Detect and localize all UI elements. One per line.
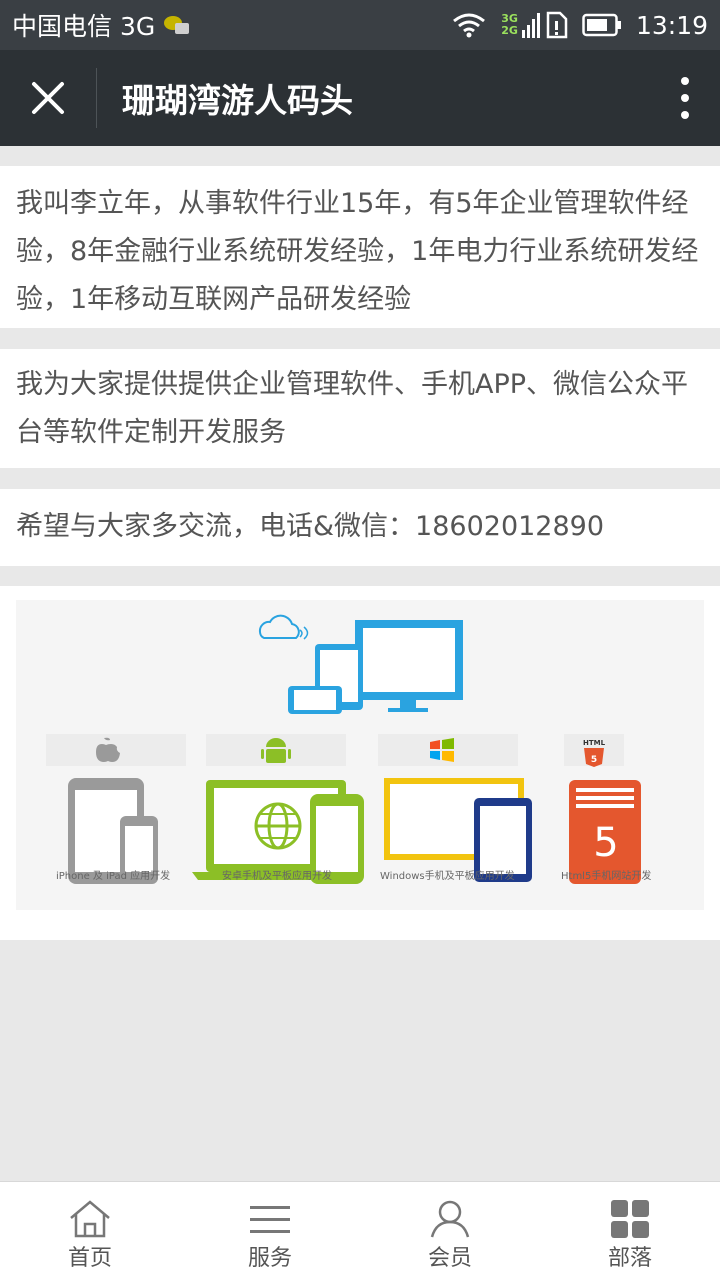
devices-illustration: HTML 5 5 [46, 614, 641, 884]
contact-card: 希望与大家多交流，电话&微信：18602012890 [0, 489, 720, 566]
user-icon [430, 1200, 470, 1238]
caption-html5: Html5手机网站开发 [561, 871, 652, 882]
caption-android: 安卓手机及平板应用开发 [222, 871, 332, 882]
wifi-icon [453, 13, 486, 38]
page-title: 珊瑚湾游人码头 [122, 81, 353, 120]
list-icon [250, 1206, 290, 1233]
clock: 13:19 [635, 10, 708, 40]
tab-home-label: 首页 [67, 1246, 112, 1271]
intro-card: 我叫李立年，从事软件行业15年，有5年企业管理软件经验，8年金融行业系统研发经验… [0, 166, 720, 328]
signal-bars-icon [521, 13, 540, 38]
carrier-info: 中国电信 3G [12, 7, 191, 43]
grid-icon [611, 1200, 649, 1238]
notification-icon [164, 16, 190, 34]
tab-home[interactable]: 首页 [0, 1182, 180, 1281]
platform-illustration: HTML 5 5 iPhone 及 iPad 应用开发 安卓手机及平板应用开发 … [16, 600, 704, 910]
banner-card: HTML 5 5 iPhone 及 iPad 应用开发 安卓手机及平板应用开发 … [0, 586, 720, 940]
svg-text:5: 5 [593, 820, 618, 866]
tab-members[interactable]: 会员 [360, 1182, 540, 1281]
tab-services-label: 服务 [247, 1246, 292, 1271]
title-bar: 珊瑚湾游人码头 [0, 50, 720, 146]
more-vertical-icon [681, 77, 689, 119]
more-options-button[interactable] [650, 50, 720, 146]
monitor-icon [355, 620, 463, 712]
tab-members-label: 会员 [427, 1246, 472, 1271]
close-button[interactable] [0, 50, 96, 146]
sim-alert-icon [546, 11, 568, 39]
carrier-label: 中国电信 3G [12, 12, 156, 41]
caption-ios: iPhone 及 iPad 应用开发 [56, 871, 171, 882]
svg-text:HTML: HTML [583, 739, 606, 747]
tab-tribe-label: 部落 [607, 1246, 652, 1271]
bottom-tab-bar: 首页 服务 会员 部落 [0, 1181, 720, 1281]
signal-indicator: 3G 2G [501, 11, 568, 39]
tab-services[interactable]: 服务 [180, 1182, 360, 1281]
status-bar: 中国电信 3G 3G 2G 13:19 [0, 0, 720, 50]
caption-windows: Windows手机及平板应用开发 [380, 871, 515, 882]
services-text: 我为大家提供提供企业管理软件、手机APP、微信公众平台等软件定制开发服务 [16, 369, 689, 448]
intro-text: 我叫李立年，从事软件行业15年，有5年企业管理软件经验，8年金融行业系统研发经验… [16, 188, 699, 315]
battery-icon [582, 13, 621, 37]
phone-landscape-icon [288, 686, 342, 714]
network-badge-2g: 2G [501, 24, 518, 37]
services-card: 我为大家提供提供企业管理软件、手机APP、微信公众平台等软件定制开发服务 [0, 349, 720, 468]
cloud-icon [258, 614, 309, 640]
home-icon [70, 1200, 110, 1238]
close-icon [32, 82, 64, 114]
tab-tribe[interactable]: 部落 [540, 1182, 720, 1281]
title-divider [96, 68, 97, 128]
svg-text:5: 5 [591, 755, 597, 765]
contact-text: 希望与大家多交流，电话&微信：18602012890 [16, 511, 605, 542]
